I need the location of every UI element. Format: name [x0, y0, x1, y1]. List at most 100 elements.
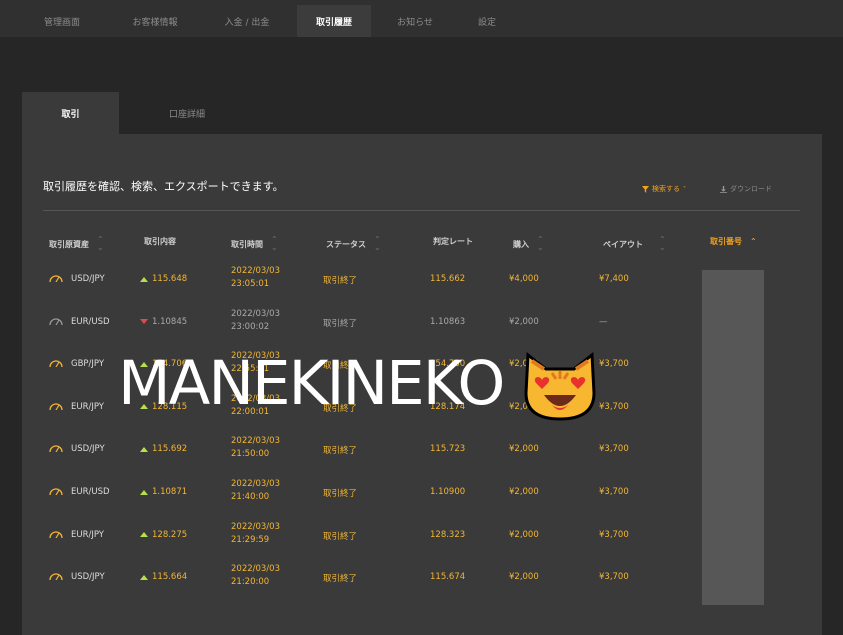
down-arrow-icon [140, 319, 148, 325]
nav-tab-customer-info[interactable]: お客様情報 [113, 5, 197, 37]
status-badge: 取引終了 [323, 574, 358, 585]
download-icon [720, 185, 727, 193]
filter-icon [642, 185, 649, 193]
asset-name: EUR/USD [71, 316, 110, 327]
header-payout-label: ペイアウト [603, 239, 643, 249]
entry-rate-value: 1.10871 [152, 487, 188, 497]
cat-emoji-icon [524, 352, 596, 421]
entry-rate: 115.664 [140, 572, 187, 582]
trade-date: 2022/03/03 [231, 266, 280, 276]
header-payout[interactable]: ペイアウト ⌃ ⌄ [603, 236, 666, 252]
trade-time: 21:29:59 [231, 534, 270, 545]
judge-rate: 1.10863 [430, 316, 466, 327]
up-arrow-icon [140, 489, 148, 495]
header-status-label: ステータス [326, 239, 366, 249]
purchase-amount: ¥2,000 [509, 529, 539, 540]
top-navigation: 管理画面 お客様情報 入金 / 出金 取引履歴 お知らせ 設定 [0, 0, 843, 37]
download-button[interactable]: ダウンロード [720, 184, 772, 194]
payout-amount: ¥3,700 [599, 401, 629, 412]
page-description: 取引履歴を確認、検索、エクスポートできます。 [43, 180, 284, 193]
sort-icon[interactable]: ⌃ ⌄ [271, 236, 278, 252]
header-purchase[interactable]: 購入 ⌃ ⌄ [513, 236, 544, 252]
header-time[interactable]: 取引時間 ⌃ ⌄ [231, 236, 278, 252]
search-button[interactable]: 検索する ˅ [642, 184, 686, 194]
payout-amount: ¥3,700 [599, 487, 629, 497]
asset-name: EUR/JPY [71, 529, 104, 540]
table-row[interactable]: EUR/JPY 128.275 2022/03/03 21:29:59 取引終了 128.… [0, 522, 843, 568]
judge-rate: 115.662 [430, 274, 466, 284]
nav-tab-deposit-withdraw[interactable]: 入金 / 出金 [205, 5, 289, 37]
judge-rate: 115.674 [430, 572, 466, 583]
gauge-icon [49, 445, 63, 453]
divider [43, 210, 800, 211]
table-row[interactable]: USD/JPY 115.648 2022/03/03 23:05:01 取引終了 115.… [0, 266, 843, 312]
header-judge-rate[interactable]: 判定レート [433, 236, 473, 247]
overlay-text: MANEKINEKO [118, 348, 505, 419]
entry-rate-value: 115.648 [152, 274, 188, 284]
judge-rate: 128.323 [430, 529, 466, 540]
tab-trades[interactable]: 取引 [22, 92, 119, 134]
purchase-amount: ¥4,000 [509, 274, 539, 284]
status-badge: 取引終了 [323, 276, 358, 286]
tab-account-details[interactable]: 口座詳細 [138, 92, 236, 134]
asset-name: USD/JPY [71, 444, 105, 455]
entry-rate: 1.10845 [140, 317, 187, 327]
payout-amount: ¥3,700 [599, 572, 629, 583]
header-trade-number[interactable]: 取引番号 ⌃ [710, 236, 757, 247]
sort-icon[interactable]: ⌃ ⌄ [97, 236, 104, 252]
search-button-label: 検索する [652, 185, 680, 193]
gauge-icon [49, 530, 63, 538]
payout-amount: ¥3,700 [599, 529, 629, 540]
gauge-icon [49, 403, 63, 410]
up-arrow-icon [140, 446, 148, 452]
entry-rate-value: 128.275 [152, 529, 188, 540]
trade-date: 2022/03/03 [231, 564, 280, 575]
table-row[interactable]: USD/JPY 115.664 2022/03/03 21:20:00 取引終了 115.… [0, 564, 843, 610]
payout-amount: ¥7,400 [599, 274, 629, 284]
table-row[interactable]: EUR/USD 1.10871 2022/03/03 21:40:00 取引終了 1.10… [0, 479, 843, 525]
trade-time: 21:40:00 [231, 492, 270, 502]
entry-rate-value: 115.692 [152, 444, 188, 455]
header-asset[interactable]: 取引原資産 ⌃ ⌄ [49, 236, 104, 252]
header-time-label: 取引時間 [231, 239, 263, 249]
gauge-icon [49, 317, 63, 325]
entry-rate-value: 115.664 [152, 572, 188, 583]
nav-tab-trade-history[interactable]: 取引履歴 [297, 5, 371, 37]
payout-amount: ¥3,700 [599, 359, 629, 370]
up-arrow-icon [140, 276, 148, 282]
gauge-icon [49, 573, 63, 581]
chevron-down-icon: ˅ [683, 185, 686, 193]
nav-tab-settings[interactable]: 設定 [458, 5, 516, 37]
up-arrow-icon [140, 532, 148, 538]
gauge-icon [49, 275, 63, 282]
sort-icon[interactable]: ⌃ ⌄ [537, 236, 544, 252]
purchase-amount: ¥2,000 [509, 316, 539, 327]
trade-time: 21:20:00 [231, 577, 270, 588]
sort-icon[interactable]: ⌃ [750, 237, 757, 246]
trade-time: 23:00:02 [231, 321, 270, 332]
header-asset-label: 取引原資産 [49, 239, 89, 249]
trade-date: 2022/03/03 [231, 521, 280, 532]
table-row[interactable]: USD/JPY 115.692 2022/03/03 21:50:00 取引終了 115.… [0, 436, 843, 482]
judge-rate: 1.10900 [430, 487, 466, 497]
sort-icon[interactable]: ⌃ ⌄ [659, 236, 666, 252]
sort-icon[interactable]: ⌃ ⌄ [374, 236, 381, 252]
trade-date: 2022/03/03 [231, 308, 280, 319]
trade-date: 2022/03/03 [231, 436, 280, 447]
purchase-amount: ¥2,000 [509, 572, 539, 583]
payout-amount: — [599, 316, 608, 327]
entry-rate-value: 1.10845 [152, 316, 188, 327]
header-content[interactable]: 取引内容 [144, 236, 176, 247]
asset-name: GBP/JPY [71, 359, 105, 370]
purchase-amount: ¥2,000 [509, 487, 539, 497]
asset-name: USD/JPY [71, 274, 105, 284]
status-badge: 取引終了 [323, 489, 358, 499]
header-status[interactable]: ステータス ⌃ ⌄ [326, 236, 381, 252]
header-judge-rate-label: 判定レート [433, 237, 473, 246]
download-button-label: ダウンロード [730, 185, 772, 193]
nav-tab-notices[interactable]: お知らせ [380, 5, 450, 37]
trade-time: 23:05:01 [231, 279, 270, 289]
nav-tab-dashboard[interactable]: 管理画面 [22, 5, 102, 37]
entry-rate: 128.275 [140, 530, 187, 540]
header-content-label: 取引内容 [144, 237, 176, 246]
